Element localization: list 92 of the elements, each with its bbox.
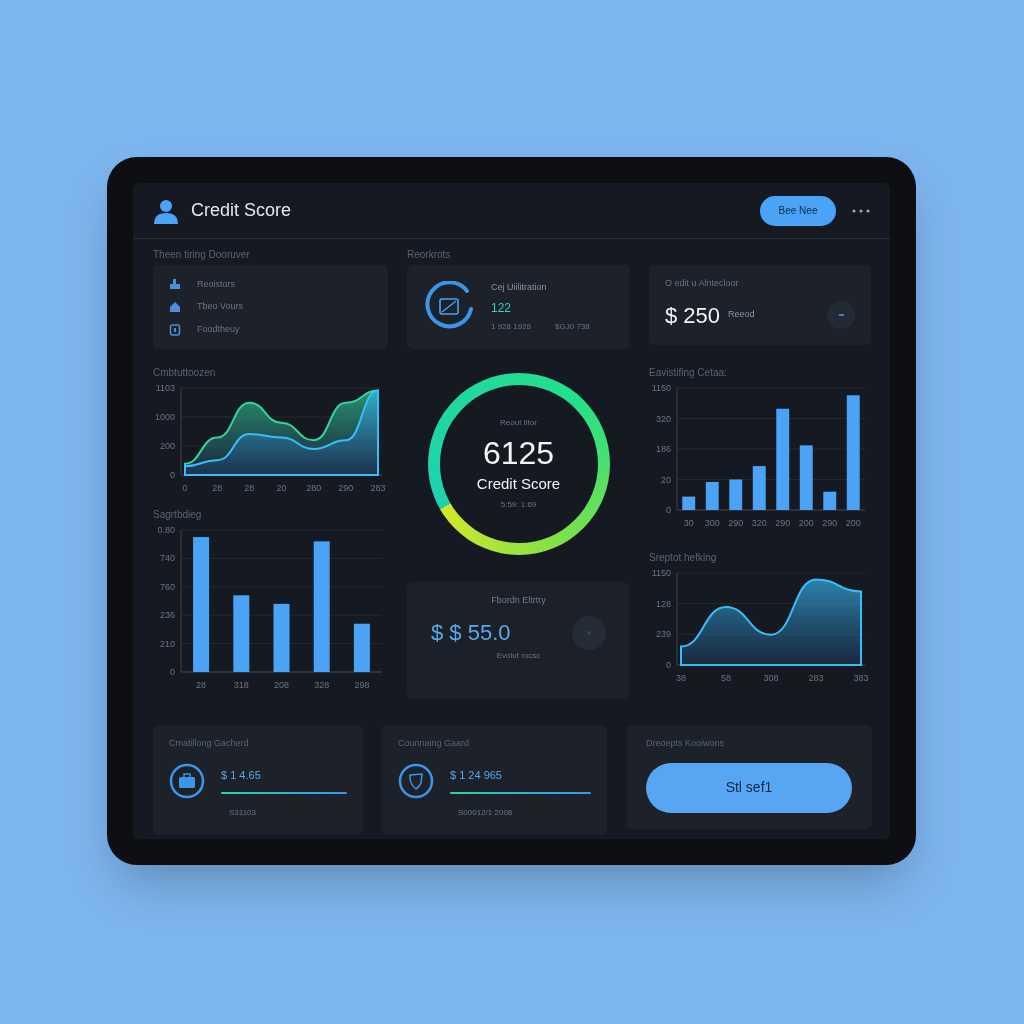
tick-label: 28 [196, 680, 207, 690]
bar [823, 491, 837, 510]
chart-title: Eavistifing Cetaa: [649, 366, 728, 380]
tick-label: 760 [159, 581, 175, 592]
tick-label: 320 [751, 518, 767, 528]
tick-label: 1150 [651, 568, 671, 578]
lock-icon [169, 323, 181, 336]
amount-unit: Reeod [728, 308, 755, 322]
tick-label: 280 [306, 483, 322, 493]
overview-item[interactable]: Foodtheuy [197, 322, 240, 337]
card-title: O edit u Alntecloor [665, 277, 740, 290]
tick-label: 328 [314, 680, 330, 690]
tick-label: 128 [655, 598, 671, 609]
bar [273, 603, 290, 672]
tick-label: 383 [853, 673, 869, 683]
tick-label: 290 [775, 518, 791, 528]
tick-label: 318 [233, 680, 249, 690]
card-note: 1 928 1928 [491, 320, 532, 333]
credit-amount: $ 250 [665, 301, 721, 330]
bar [705, 481, 719, 510]
tick-label: 298 [354, 680, 370, 690]
tick-label: 0 [170, 667, 175, 677]
gauge-note: 5:59: 1:69 [500, 499, 537, 512]
gauge-label: Reout Iitor [500, 416, 537, 429]
bar [682, 496, 696, 510]
tick-label: 320 [655, 413, 671, 424]
tick-label: 186 [655, 444, 671, 454]
tick-label: 0 [666, 505, 671, 515]
tick-label: 239 [655, 629, 671, 640]
tick-label: 200 [159, 441, 175, 451]
tick-label: 0.80 [157, 525, 175, 535]
tick-label: 38 [676, 673, 686, 683]
shield-icon [398, 762, 434, 799]
chart-title: Sagrtbdieg [153, 508, 203, 522]
tick-label: 308 [763, 673, 779, 683]
tick-label: 300 [704, 518, 720, 528]
tick-label: 290 [728, 518, 744, 528]
tick-label: 0 [182, 483, 188, 493]
card-note: $GJ0 738 [555, 320, 590, 333]
bar [353, 623, 370, 672]
card-title: Cmatillong Gacherd [169, 737, 250, 750]
bar [799, 445, 813, 510]
balance-amount: $ $ 55.0 [431, 619, 511, 647]
tick-label: 200 [798, 518, 814, 528]
tick-label: 0 [666, 660, 671, 670]
tick-label: 283 [808, 673, 824, 683]
circle-icon [572, 615, 606, 650]
tick-label: 1000 [154, 412, 175, 422]
tick-label: 30 [683, 518, 694, 528]
tick-label: 20 [276, 483, 287, 493]
tick-label: 28 [244, 483, 255, 493]
tick-label: 200 [845, 518, 861, 528]
overview-item[interactable]: Reoistors [197, 277, 235, 292]
card-title: Cej Uiilitration [491, 281, 548, 295]
tick-label: 283 [370, 483, 386, 493]
tick-label: 290 [822, 518, 838, 528]
chart-title: Sreptot hefking [649, 551, 718, 565]
home-icon [169, 301, 181, 313]
tick-label: 58 [721, 673, 731, 683]
card-title: Counnaing Gaard [398, 737, 471, 750]
tick-label: 28 [212, 483, 223, 493]
overview-item[interactable]: Tbeo Vours [197, 300, 244, 314]
card-note: S31103 [229, 806, 257, 819]
tick-label: 0 [170, 470, 175, 480]
score-caption: Credit Score [476, 473, 561, 494]
tick-label: 20 [661, 474, 671, 485]
bar [752, 466, 766, 510]
section-label: Reorkrots [407, 248, 452, 262]
card-title: Dreoepts Kooiwons [646, 737, 726, 750]
briefcase-icon [169, 762, 205, 799]
tick-label: 1150 [651, 383, 671, 393]
tick-label: 210 [159, 638, 175, 649]
utilization-value: 122 [491, 299, 513, 317]
summary-amount: $ 1 4.65 [221, 768, 262, 784]
bar [729, 479, 743, 510]
more-icon[interactable] [852, 208, 870, 213]
tick-label: 236 [159, 610, 175, 621]
card-title: Fbordn Eltrtry [491, 594, 546, 607]
action-button[interactable]: Stl sef1 [646, 762, 852, 813]
tick-label: 1103 [155, 383, 175, 393]
chart-title: Cmbtuttoozen [153, 366, 217, 380]
header-button[interactable]: Bee Nee [760, 195, 836, 226]
app-title: Credit Score [191, 199, 292, 222]
tick-label: 208 [274, 680, 289, 690]
tick-label: 290 [338, 483, 354, 493]
tick-label: 740 [159, 553, 175, 564]
user-icon [153, 197, 179, 224]
score-value: 6125 [482, 436, 555, 469]
card-note: Evolut rocsc [496, 649, 541, 662]
summary-amount: $ 1 24 965 [450, 768, 503, 784]
section-label: Theen tiring Dooruver [153, 248, 251, 262]
card-note: S00012/1 2008 [458, 806, 514, 819]
